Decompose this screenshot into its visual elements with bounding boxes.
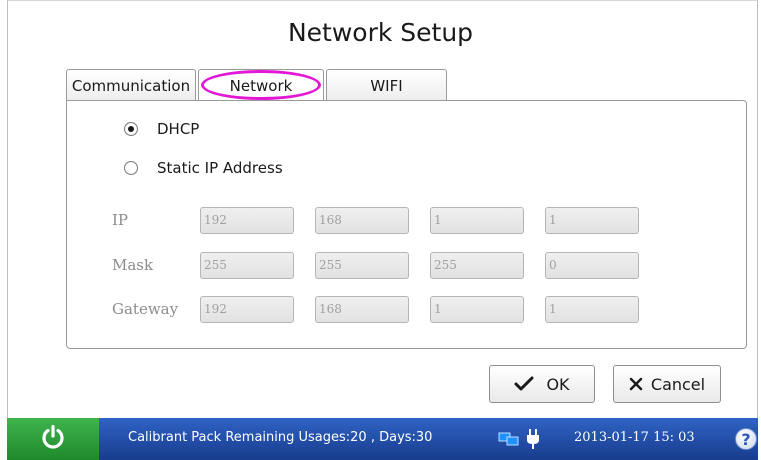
mask-octet-2[interactable]: 255 <box>315 252 409 279</box>
mask-octet-4[interactable]: 0 <box>545 252 639 279</box>
tab-communication[interactable]: Communication <box>66 69 196 101</box>
dhcp-option[interactable]: DHCP <box>124 119 199 139</box>
page-title: Network Setup <box>287 18 474 47</box>
power-icon <box>40 424 66 454</box>
status-message: Calibrant Pack Remaining Usages:20 , Day… <box>128 430 433 445</box>
network-setup-screen: Network Setup Communication Network WIFI… <box>0 0 761 460</box>
plug-icon <box>526 428 540 454</box>
static-ip-label: Static IP Address <box>157 159 283 177</box>
static-ip-radio[interactable] <box>124 161 138 175</box>
mask-octet-1[interactable]: 255 <box>200 252 294 279</box>
ip-octet-4[interactable]: 1 <box>545 207 639 234</box>
static-ip-option[interactable]: Static IP Address <box>124 158 283 178</box>
network-status-icon[interactable] <box>498 431 520 451</box>
ok-label: OK <box>546 374 570 394</box>
datetime-display: 2013-01-17 15: 03 <box>574 430 695 445</box>
ip-label: IP <box>112 211 129 229</box>
x-icon <box>629 377 643 391</box>
dhcp-radio[interactable] <box>124 122 138 136</box>
status-bar: Calibrant Pack Remaining Usages:20 , Day… <box>7 418 758 460</box>
tab-wifi[interactable]: WIFI <box>326 69 447 101</box>
gateway-label: Gateway <box>112 300 179 318</box>
cancel-button[interactable]: Cancel <box>613 365 721 403</box>
gateway-octet-4[interactable]: 1 <box>545 296 639 323</box>
gateway-octet-3[interactable]: 1 <box>430 296 524 323</box>
mask-octet-3[interactable]: 255 <box>430 252 524 279</box>
check-icon <box>514 376 534 392</box>
ip-octet-1[interactable]: 192 <box>200 207 294 234</box>
dhcp-label: DHCP <box>157 120 200 138</box>
cancel-label: Cancel <box>650 374 706 394</box>
gateway-octet-1[interactable]: 192 <box>200 296 294 323</box>
tab-network[interactable]: Network <box>198 69 324 101</box>
ok-button[interactable]: OK <box>489 365 595 403</box>
ip-octet-2[interactable]: 168 <box>315 207 409 234</box>
power-button[interactable] <box>7 418 99 460</box>
mask-label: Mask <box>112 256 154 274</box>
gateway-octet-2[interactable]: 168 <box>315 296 409 323</box>
ip-octet-3[interactable]: 1 <box>430 207 524 234</box>
help-icon[interactable]: ? <box>735 428 757 450</box>
